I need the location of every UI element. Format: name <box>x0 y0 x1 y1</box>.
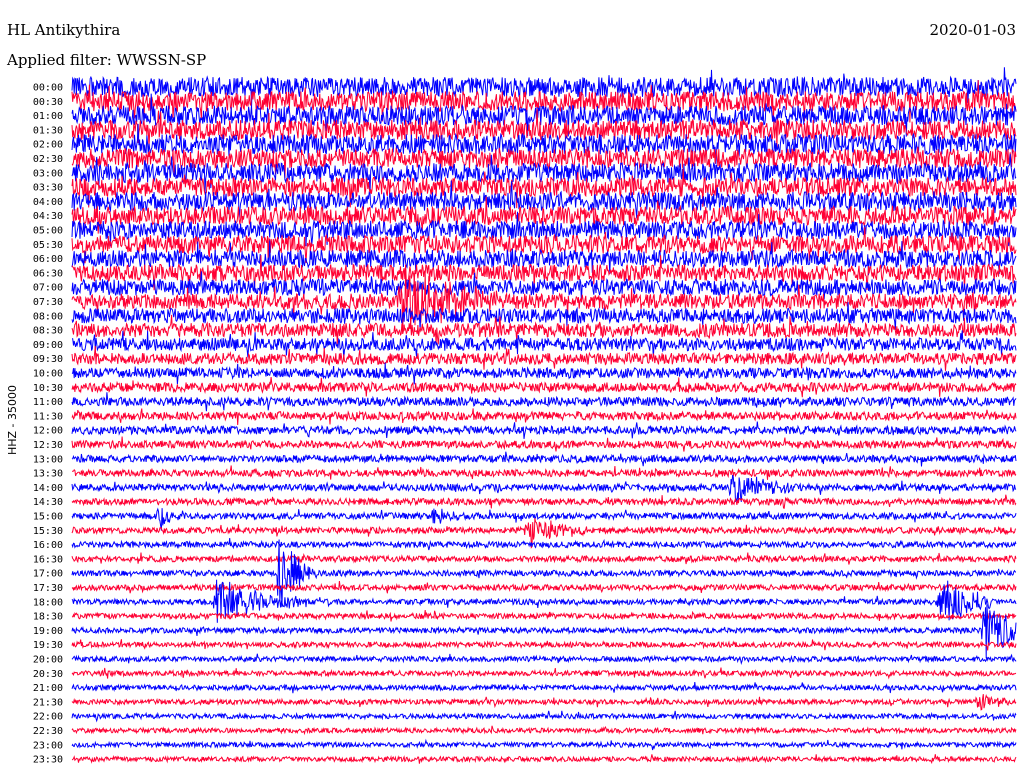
row-time-label: 16:00 <box>33 540 63 551</box>
channel-label: HHZ - 35000 <box>6 385 19 455</box>
row-time-label: 20:00 <box>33 655 63 666</box>
row-time-label: 17:30 <box>33 583 63 594</box>
trace-2030 <box>71 667 1017 680</box>
row-time-label: 02:30 <box>33 154 63 165</box>
trace-1830 <box>71 610 1017 622</box>
row-time-label: 19:30 <box>33 640 63 651</box>
row-time-label: 04:00 <box>33 197 63 208</box>
trace-2000 <box>71 653 1017 666</box>
row-time-label: 14:00 <box>33 483 63 494</box>
trace-1030 <box>71 377 1017 398</box>
trace-1330 <box>72 465 1017 480</box>
trace-1500 <box>71 507 1017 531</box>
row-time-label: 20:30 <box>33 669 63 680</box>
row-time-label: 11:30 <box>33 411 63 422</box>
row-time-label: 04:30 <box>33 211 63 222</box>
trace-0800 <box>71 302 1017 331</box>
trace-2130 <box>71 693 1017 711</box>
row-time-label: 10:00 <box>33 369 63 380</box>
row-time-label: 10:30 <box>33 383 63 394</box>
trace-1300 <box>71 451 1017 467</box>
row-time-label: 12:30 <box>33 440 63 451</box>
trace-1700 <box>71 539 1016 608</box>
trace-2330 <box>71 754 1017 765</box>
row-time-label: 01:00 <box>33 111 63 122</box>
row-time-label: 18:30 <box>33 612 63 623</box>
row-time-label: 00:00 <box>33 83 63 94</box>
row-time-label: 09:00 <box>33 340 63 351</box>
row-time-label: 15:00 <box>33 512 63 523</box>
row-time-label: 22:30 <box>33 726 63 737</box>
row-time-label: 08:00 <box>33 311 63 322</box>
row-time-label: 19:00 <box>33 626 63 637</box>
trace-2100 <box>71 681 1017 694</box>
helicorder-chart: HL Antikythira 2020-01-03 Applied filter… <box>0 0 1024 780</box>
row-time-label: 05:30 <box>33 240 63 251</box>
row-time-label: 01:30 <box>33 125 63 136</box>
trace-2200 <box>71 710 1017 723</box>
trace-1730 <box>71 581 1017 594</box>
row-time-label: 13:00 <box>33 454 63 465</box>
row-time-label: 23:30 <box>33 755 63 766</box>
row-time-label: 03:30 <box>33 183 63 194</box>
trace-1400 <box>71 474 1017 502</box>
row-time-label: 06:30 <box>33 268 63 279</box>
row-time-label: 15:30 <box>33 526 63 537</box>
row-time-label: 21:00 <box>33 683 63 694</box>
trace-1930 <box>71 639 1017 651</box>
row-time-label: 02:00 <box>33 140 63 151</box>
row-time-label: 16:30 <box>33 554 63 565</box>
trace-2300 <box>71 738 1017 751</box>
row-time-label: 13:30 <box>33 469 63 480</box>
trace-1630 <box>71 552 1017 565</box>
trace-2230 <box>71 725 1017 736</box>
trace-1130 <box>71 408 1017 426</box>
row-time-label: 00:30 <box>33 97 63 108</box>
trace-1000 <box>71 362 1017 385</box>
trace-1600 <box>71 538 1017 551</box>
seismogram-plot: 00:00 00:30 01:00 01:30 02:00 02:30 03:00 03:30… <box>6 67 1017 766</box>
row-time-label: 18:00 <box>33 597 63 608</box>
row-time-label: 14:30 <box>33 497 63 508</box>
trace-1530 <box>71 518 1017 549</box>
trace-1430 <box>71 494 1017 509</box>
row-time-label: 22:00 <box>33 712 63 723</box>
row-time-label: 17:00 <box>33 569 63 580</box>
trace-1200 <box>71 421 1017 439</box>
row-time-label: 07:00 <box>33 283 63 294</box>
row-time-label: 03:00 <box>33 168 63 179</box>
row-time-label: 06:00 <box>33 254 63 265</box>
row-time-label: 08:30 <box>33 326 63 337</box>
row-time-label: 05:00 <box>33 226 63 237</box>
row-time-label: 23:00 <box>33 740 63 751</box>
row-time-label: 09:30 <box>33 354 63 365</box>
trace-1100 <box>71 392 1017 412</box>
row-time-label: 21:30 <box>33 697 63 708</box>
trace-1230 <box>71 436 1017 452</box>
row-time-label: 12:00 <box>33 426 63 437</box>
row-time-label: 11:00 <box>33 397 63 408</box>
row-time-label: 07:30 <box>33 297 63 308</box>
trace-1900 <box>71 604 1017 659</box>
